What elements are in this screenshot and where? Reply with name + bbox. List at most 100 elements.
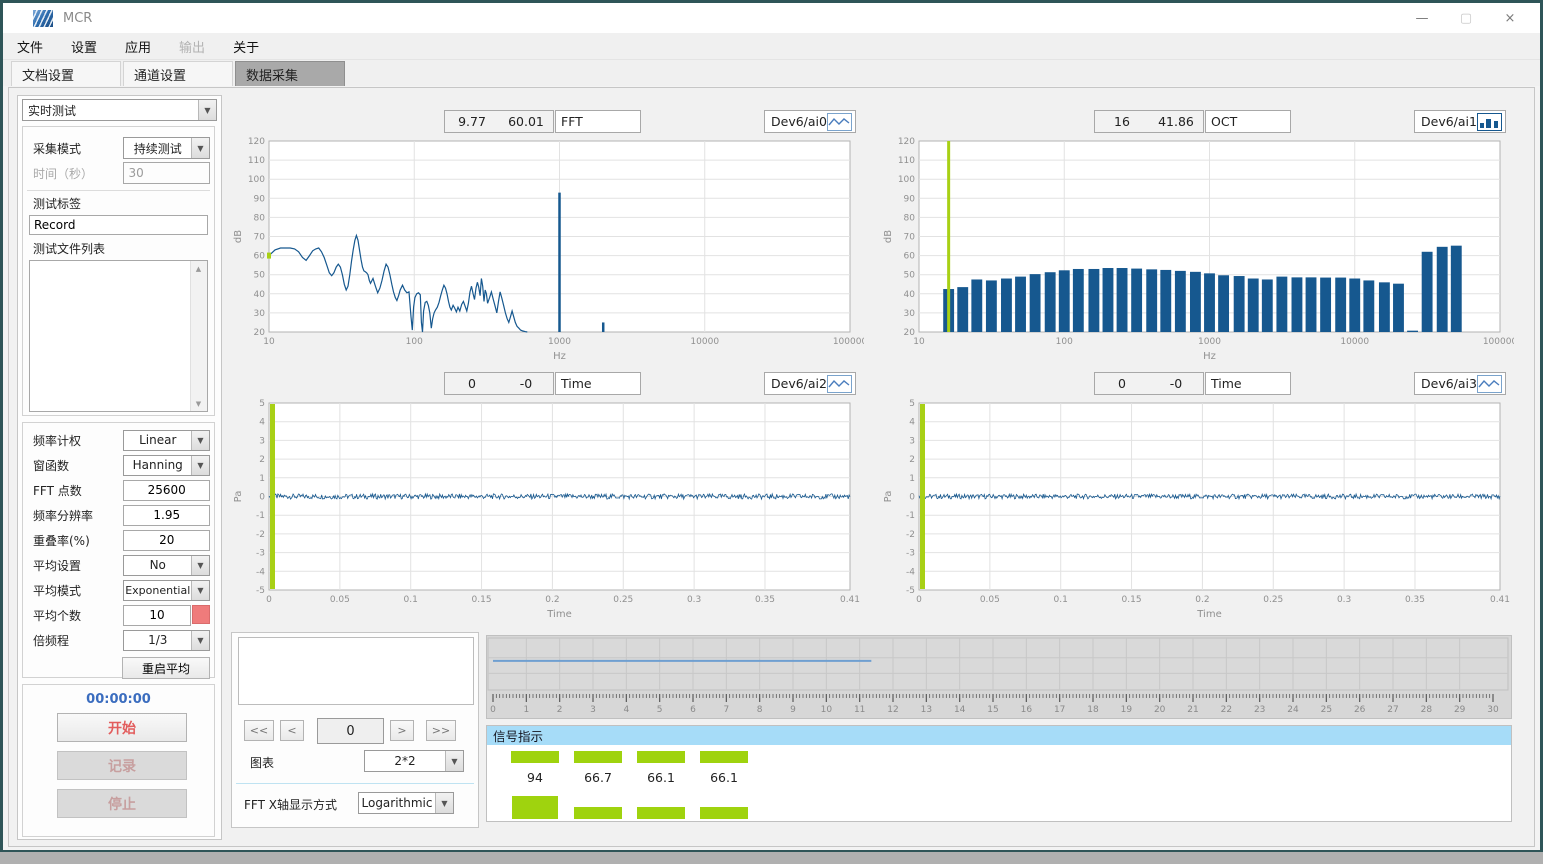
fft-mode-box[interactable]: FFT xyxy=(555,110,641,133)
time2-channel-box[interactable]: Dev6/ai2 xyxy=(764,372,856,395)
svg-text:100000: 100000 xyxy=(1483,337,1514,347)
svg-text:-3: -3 xyxy=(906,549,915,559)
avg-mode-label: 平均模式 xyxy=(27,582,123,599)
next-page-button[interactable]: > xyxy=(390,720,414,741)
divider xyxy=(236,783,474,784)
svg-text:50: 50 xyxy=(904,271,916,281)
svg-text:0.05: 0.05 xyxy=(330,595,350,605)
fft-xaxis-select[interactable]: Logarithmic▼ xyxy=(358,792,454,814)
acq-mode-select[interactable]: 持续测试▼ xyxy=(123,137,210,159)
page-number-box[interactable]: 0 xyxy=(317,718,384,744)
svg-text:12: 12 xyxy=(887,705,898,715)
fft-plot[interactable]: 2030405060708090100110120101001000100001… xyxy=(231,136,864,362)
test-file-list[interactable]: ▲ ▼ xyxy=(29,260,208,412)
svg-text:3: 3 xyxy=(259,436,265,446)
svg-text:10: 10 xyxy=(821,705,833,715)
signal-level-bar xyxy=(700,751,748,763)
window-func-select[interactable]: Hanning▼ xyxy=(123,455,210,476)
freq-weighting-select[interactable]: Linear▼ xyxy=(123,430,210,451)
svg-text:0.15: 0.15 xyxy=(472,595,492,605)
chart-layout-select[interactable]: 2*2▼ xyxy=(364,750,464,772)
time-ai2-plot[interactable]: -5-4-3-2-101234500.050.10.150.20.250.30.… xyxy=(231,398,864,620)
menu-about[interactable]: 关于 xyxy=(219,37,273,56)
oct-mode-box[interactable]: OCT xyxy=(1205,110,1291,133)
menu-application[interactable]: 应用 xyxy=(111,37,165,56)
avg-count-input[interactable] xyxy=(123,605,191,626)
signal-channel-1: 94 xyxy=(509,751,561,819)
svg-text:30: 30 xyxy=(254,309,266,319)
maximize-button[interactable]: ▢ xyxy=(1444,3,1488,33)
freq-resolution-input[interactable] xyxy=(123,505,210,526)
test-tag-input[interactable] xyxy=(29,215,208,235)
time2-mode-box[interactable]: Time xyxy=(555,372,641,395)
svg-text:-1: -1 xyxy=(256,511,265,521)
signal-channel-3: 66.1 xyxy=(635,751,687,819)
svg-text:16: 16 xyxy=(1021,705,1033,715)
minimize-button[interactable]: — xyxy=(1400,3,1444,33)
svg-text:Hz: Hz xyxy=(553,351,566,362)
svg-text:1000: 1000 xyxy=(1198,337,1221,347)
restart-average-button[interactable]: 重启平均 xyxy=(122,657,210,679)
acquisition-group: 采集模式 持续测试▼ 时间（秒） 测试标签 测试文件列表 ▲ ▼ xyxy=(22,126,215,416)
octave-label: 倍频程 xyxy=(27,632,123,649)
avg-mode-select[interactable]: Exponential▼ xyxy=(123,580,210,601)
svg-text:0.15: 0.15 xyxy=(1122,595,1142,605)
svg-text:10000: 10000 xyxy=(1340,337,1369,347)
scrollbar[interactable]: ▲ ▼ xyxy=(190,261,207,411)
svg-text:25: 25 xyxy=(1321,705,1332,715)
menu-file[interactable]: 文件 xyxy=(3,37,57,56)
svg-text:0.41: 0.41 xyxy=(1490,595,1510,605)
oct-plot[interactable]: 2030405060708090100110120101001000100001… xyxy=(881,136,1514,362)
run-controls-group: 00:00:00 开始 记录 停止 xyxy=(22,684,215,837)
sidebar: 实时测试 ▼ 采集模式 持续测试▼ 时间（秒） 测试标签 xyxy=(17,95,222,840)
avg-setting-select[interactable]: No▼ xyxy=(123,555,210,576)
signal-level-bar xyxy=(511,751,559,763)
first-page-button[interactable]: << xyxy=(244,720,274,741)
test-mode-select[interactable]: 实时测试 ▼ xyxy=(22,99,217,121)
signal-level-bar xyxy=(700,807,748,819)
close-button[interactable]: × xyxy=(1488,3,1532,33)
scroll-up-icon[interactable]: ▲ xyxy=(191,261,206,276)
chevron-down-icon: ▼ xyxy=(435,793,453,813)
tab-channel-settings[interactable]: 通道设置 xyxy=(123,61,233,87)
svg-text:2: 2 xyxy=(909,455,915,465)
menu-settings[interactable]: 设置 xyxy=(57,37,111,56)
svg-text:11: 11 xyxy=(854,705,865,715)
chevron-down-icon: ▼ xyxy=(191,431,209,450)
start-button[interactable]: 开始 xyxy=(57,713,187,742)
overlap-input[interactable] xyxy=(123,530,210,551)
svg-text:13: 13 xyxy=(921,705,932,715)
fft-points-input[interactable] xyxy=(123,480,210,501)
svg-text:9: 9 xyxy=(790,705,796,715)
time-ai3-plot[interactable]: -5-4-3-2-101234500.050.10.150.20.250.30.… xyxy=(881,398,1514,620)
svg-text:0: 0 xyxy=(909,493,915,503)
svg-text:Pa: Pa xyxy=(883,491,894,503)
svg-text:Pa: Pa xyxy=(233,491,244,503)
scroll-down-icon[interactable]: ▼ xyxy=(191,396,206,411)
oct-channel-box[interactable]: Dev6/ai1 xyxy=(1414,110,1506,133)
svg-text:3: 3 xyxy=(590,705,596,715)
chart-panel-fft: 9.7760.01 FFT Dev6/ai0 20304050607080901… xyxy=(231,110,864,362)
time3-channel-box[interactable]: Dev6/ai3 xyxy=(1414,372,1506,395)
svg-text:40: 40 xyxy=(254,290,266,300)
tab-document-settings[interactable]: 文档设置 xyxy=(11,61,121,87)
svg-text:0.2: 0.2 xyxy=(545,595,559,605)
timeline-ruler[interactable]: 0123456789101112131415161718192021222324… xyxy=(487,636,1509,716)
acq-time-input xyxy=(123,162,210,184)
svg-text:100000: 100000 xyxy=(833,337,864,347)
chevron-down-icon: ▼ xyxy=(191,581,209,600)
octave-select[interactable]: 1/3▼ xyxy=(123,630,210,651)
line-chart-icon xyxy=(1477,375,1502,393)
svg-text:0: 0 xyxy=(916,595,922,605)
fft-channel-box[interactable]: Dev6/ai0 xyxy=(764,110,856,133)
record-timeline-panel[interactable]: 0123456789101112131415161718192021222324… xyxy=(486,635,1512,719)
avg-count-label: 平均个数 xyxy=(27,607,123,624)
time3-mode-box[interactable]: Time xyxy=(1205,372,1291,395)
stop-button: 停止 xyxy=(57,789,187,818)
svg-text:1000: 1000 xyxy=(548,337,571,347)
tab-data-acquisition[interactable]: 数据采集 xyxy=(235,61,345,87)
prev-page-button[interactable]: < xyxy=(280,720,304,741)
fft-xaxis-label: FFT X轴显示方式 xyxy=(244,796,337,813)
last-page-button[interactable]: >> xyxy=(426,720,456,741)
svg-text:10: 10 xyxy=(263,337,275,347)
